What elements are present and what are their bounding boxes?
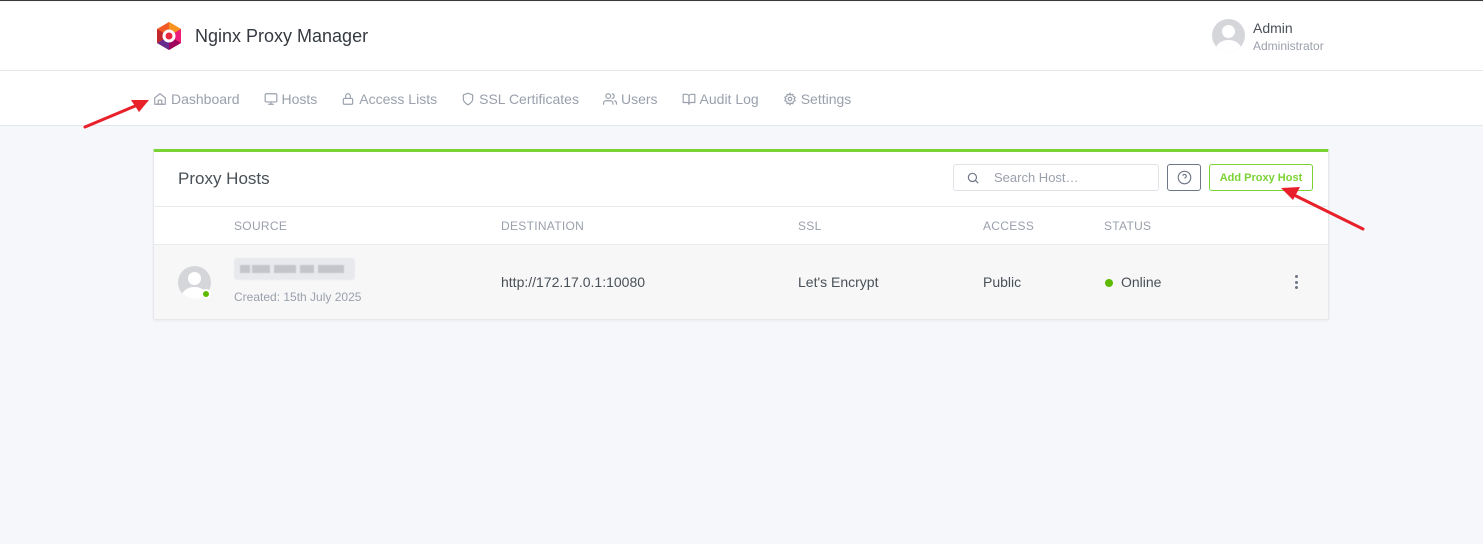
nav-item-label: Hosts <box>281 90 318 107</box>
monitor-icon <box>264 92 277 105</box>
user-name: Admin <box>1253 20 1293 36</box>
table-row[interactable]: Created: 15th July 2025 http://172.17.0.… <box>154 245 1328 319</box>
user-menu[interactable]: Admin Administrator <box>1212 19 1324 55</box>
online-indicator <box>201 289 211 299</box>
column-header-ssl[interactable]: SSL <box>798 219 822 233</box>
nav-item-dashboard[interactable]: Dashboard <box>153 91 240 107</box>
destination-value: http://172.17.0.1:10080 <box>501 274 646 290</box>
nav-item-ssl-certificates[interactable]: SSL Certificates <box>461 91 579 107</box>
nav-item-label: Access Lists <box>359 90 438 107</box>
column-header-status[interactable]: STATUS <box>1104 219 1151 233</box>
search-box[interactable] <box>953 164 1159 191</box>
help-icon <box>1177 170 1191 185</box>
nav-item-label: SSL Certificates <box>479 90 579 107</box>
card-header: Proxy Hosts Add Proxy Host <box>154 152 1328 207</box>
proxy-hosts-card: Proxy Hosts Add Proxy Host SOURCE DESTIN… <box>153 149 1329 320</box>
card-title: Proxy Hosts <box>178 169 270 188</box>
ssl-value: Let's Encrypt <box>798 274 879 290</box>
lock-icon <box>343 92 354 105</box>
column-header-access[interactable]: ACCESS <box>983 219 1034 233</box>
nav-item-label: Settings <box>800 90 852 107</box>
column-header-destination[interactable]: DESTINATION <box>501 219 584 233</box>
brand[interactable]: Nginx Proxy Manager <box>153 20 368 52</box>
npm-logo-icon <box>157 22 181 50</box>
nav-item-settings[interactable]: Settings <box>783 90 852 107</box>
users-icon <box>602 92 617 105</box>
nav-item-label: Dashboard <box>171 90 240 107</box>
help-button[interactable] <box>1167 164 1201 191</box>
search-icon <box>967 172 979 184</box>
book-icon <box>682 93 695 105</box>
shield-icon <box>462 92 474 105</box>
created-date: Created: 15th July 2025 <box>234 290 362 304</box>
status-value: Online <box>1121 274 1162 290</box>
nav-item-label: Audit Log <box>699 90 759 107</box>
nav-item-audit-log[interactable]: Audit Log <box>682 91 759 107</box>
add-proxy-host-button[interactable]: Add Proxy Host <box>1209 164 1313 191</box>
main-nav: Dashboard Hosts Access Lists SSL Certifi… <box>0 71 1483 126</box>
nav-item-users[interactable]: Users <box>602 90 658 107</box>
source-domain-redacted[interactable] <box>234 258 355 280</box>
gear-icon <box>783 92 796 105</box>
app-title: Nginx Proxy Manager <box>195 25 369 46</box>
nav-item-label: Users <box>620 90 658 107</box>
user-role: Administrator <box>1253 39 1324 53</box>
home-icon <box>154 92 166 105</box>
avatar <box>1212 19 1245 52</box>
owner-avatar <box>178 266 211 299</box>
top-header: Nginx Proxy Manager Admin Administrator <box>0 2 1483 71</box>
status-dot <box>1105 279 1113 287</box>
nav-item-hosts[interactable]: Hosts <box>264 90 318 107</box>
row-actions-kebab-icon[interactable] <box>1291 272 1301 292</box>
column-header-source[interactable]: SOURCE <box>234 219 287 233</box>
search-input[interactable] <box>994 170 1154 185</box>
table-header: SOURCE DESTINATION SSL ACCESS STATUS <box>154 207 1328 245</box>
access-value: Public <box>983 274 1022 290</box>
nav-item-access-lists[interactable]: Access Lists <box>341 91 437 107</box>
